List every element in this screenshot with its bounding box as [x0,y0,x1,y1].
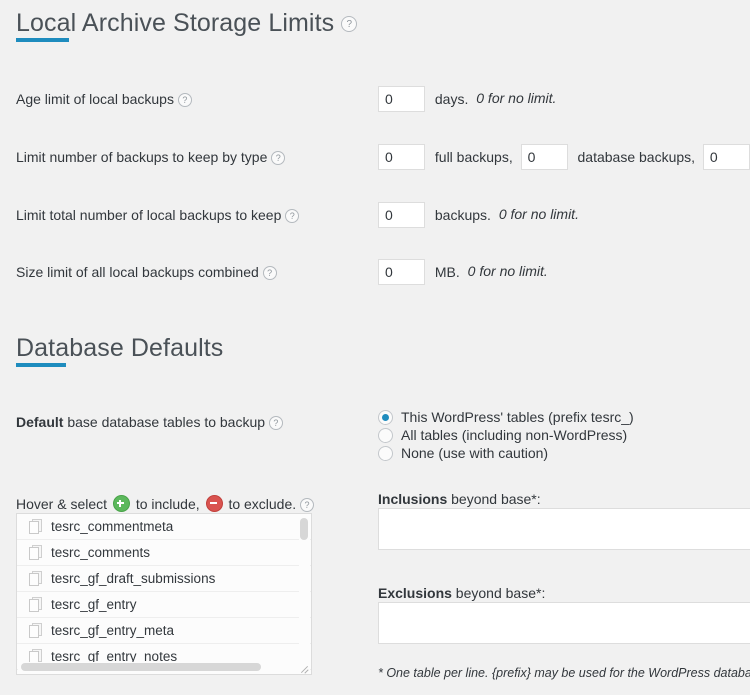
help-icon-age-limit[interactable]: ? [178,93,192,107]
field-age-limit: days. 0 for no limit. [378,85,556,112]
limit-total-hint: 0 for no limit. [499,206,579,222]
field-limit-total: backups. 0 for no limit. [378,201,579,228]
plus-circle-icon[interactable] [113,495,130,512]
minus-circle-icon[interactable] [206,495,223,512]
full-backups-unit: full backups, [429,144,517,170]
radio-row-this-wordpress[interactable]: This WordPress' tables (prefix tesrc_) [378,408,634,426]
tables-footnote: * One table per line. {prefix} may be us… [378,665,750,681]
table-list-horizontal-scrollbar[interactable] [18,662,299,673]
radio-all-tables-label[interactable]: All tables (including non-WordPress) [401,426,627,444]
table-document-icon [29,597,42,612]
label-inclusions-rest: beyond base*: [447,491,540,507]
hover-select-text-2: to include, [136,496,200,512]
hover-select-instructions: Hover & select to include, to exclude. ? [16,495,314,513]
label-limit-by-type: Limit number of backups to keep by type … [16,148,285,166]
inclusions-textarea[interactable] [378,508,750,550]
hover-select-text-1: Hover & select [16,496,107,512]
section-heading-database: Database Defaults [16,333,223,363]
section-heading-database-underline [16,363,66,367]
radio-all-tables-icon[interactable] [378,428,393,443]
field-limit-by-type: full backups, database backups, file [378,143,750,170]
table-row[interactable]: tesrc_gf_entry_meta [17,618,311,644]
label-inclusions: Inclusions beyond base*: [378,490,541,508]
label-limit-total: Limit total number of local backups to k… [16,206,299,224]
database-tables-list[interactable]: tesrc_commentmeta tesrc_comments tesrc_g… [16,513,312,675]
radio-none-icon[interactable] [378,446,393,461]
limit-total-unit: backups. [429,202,495,228]
label-default-tables-bold: Default [16,414,63,430]
label-size-limit-text: Size limit of all local backups combined [16,264,259,280]
table-row-label[interactable]: tesrc_commentmeta [51,519,173,534]
table-row[interactable]: tesrc_comments [17,540,311,566]
age-limit-unit: days. [429,86,472,112]
table-row-label[interactable]: tesrc_comments [51,545,150,560]
label-age-limit-text: Age limit of local backups [16,91,174,107]
limit-total-input[interactable] [378,202,425,228]
help-icon-limit-by-type[interactable]: ? [271,151,285,165]
file-backups-input[interactable] [703,144,750,170]
help-icon-hover-select[interactable]: ? [300,498,314,512]
field-size-limit: MB. 0 for no limit. [378,258,548,285]
table-list-vertical-scrollbar[interactable] [299,515,310,662]
help-icon-limit-total[interactable]: ? [285,209,299,223]
table-row-label[interactable]: tesrc_gf_draft_submissions [51,571,215,586]
label-size-limit: Size limit of all local backups combined… [16,263,277,281]
section-heading-storage-underline [16,38,69,42]
age-limit-hint: 0 for no limit. [476,90,556,106]
database-backups-unit: database backups, [572,144,700,170]
radio-none-label[interactable]: None (use with caution) [401,444,548,462]
radio-this-wordpress-icon[interactable] [378,410,393,425]
label-default-tables-rest: base database tables to backup [63,414,265,430]
table-document-icon [29,623,42,638]
radio-row-all-tables[interactable]: All tables (including non-WordPress) [378,426,634,444]
size-limit-unit: MB. [429,259,464,285]
default-tables-radio-group: This WordPress' tables (prefix tesrc_) A… [378,408,634,462]
label-exclusions-rest: beyond base*: [452,585,545,601]
section-heading-database-label: Database Defaults [16,334,223,362]
table-row[interactable]: tesrc_gf_draft_submissions [17,566,311,592]
label-default-tables: Default base database tables to backup ? [16,413,283,431]
help-icon-storage[interactable]: ? [341,16,357,32]
section-heading-storage: Local Archive Storage Limits ? [16,8,357,38]
table-document-icon [29,545,42,560]
hover-select-text-3: to exclude. [228,496,296,512]
label-limit-total-text: Limit total number of local backups to k… [16,207,281,223]
table-document-icon [29,571,42,586]
table-row-label[interactable]: tesrc_gf_entry_meta [51,623,174,638]
radio-this-wordpress-label[interactable]: This WordPress' tables (prefix tesrc_) [401,408,634,426]
label-inclusions-bold: Inclusions [378,491,447,507]
age-limit-input[interactable] [378,86,425,112]
full-backups-input[interactable] [378,144,425,170]
size-limit-input[interactable] [378,259,425,285]
exclusions-textarea[interactable] [378,602,750,644]
label-exclusions: Exclusions beyond base*: [378,584,545,602]
help-icon-size-limit[interactable]: ? [263,266,277,280]
table-list-resize-handle[interactable] [297,660,310,673]
database-tables-list-inner: tesrc_commentmeta tesrc_comments tesrc_g… [17,514,311,674]
table-document-icon [29,519,42,534]
table-list-horizontal-scrollbar-thumb[interactable] [21,663,261,671]
table-row[interactable]: tesrc_gf_entry [17,592,311,618]
database-backups-input[interactable] [521,144,568,170]
label-exclusions-bold: Exclusions [378,585,452,601]
table-row[interactable]: tesrc_commentmeta [17,514,311,540]
label-age-limit: Age limit of local backups ? [16,90,192,108]
help-icon-default-tables[interactable]: ? [269,416,283,430]
settings-page: Local Archive Storage Limits ? Age limit… [0,0,750,695]
radio-row-none[interactable]: None (use with caution) [378,444,634,462]
table-list-vertical-scrollbar-thumb[interactable] [300,518,308,540]
section-heading-storage-label: Local Archive Storage Limits [16,9,334,37]
label-limit-by-type-text: Limit number of backups to keep by type [16,149,267,165]
table-row-label[interactable]: tesrc_gf_entry [51,597,137,612]
size-limit-hint: 0 for no limit. [468,263,548,279]
